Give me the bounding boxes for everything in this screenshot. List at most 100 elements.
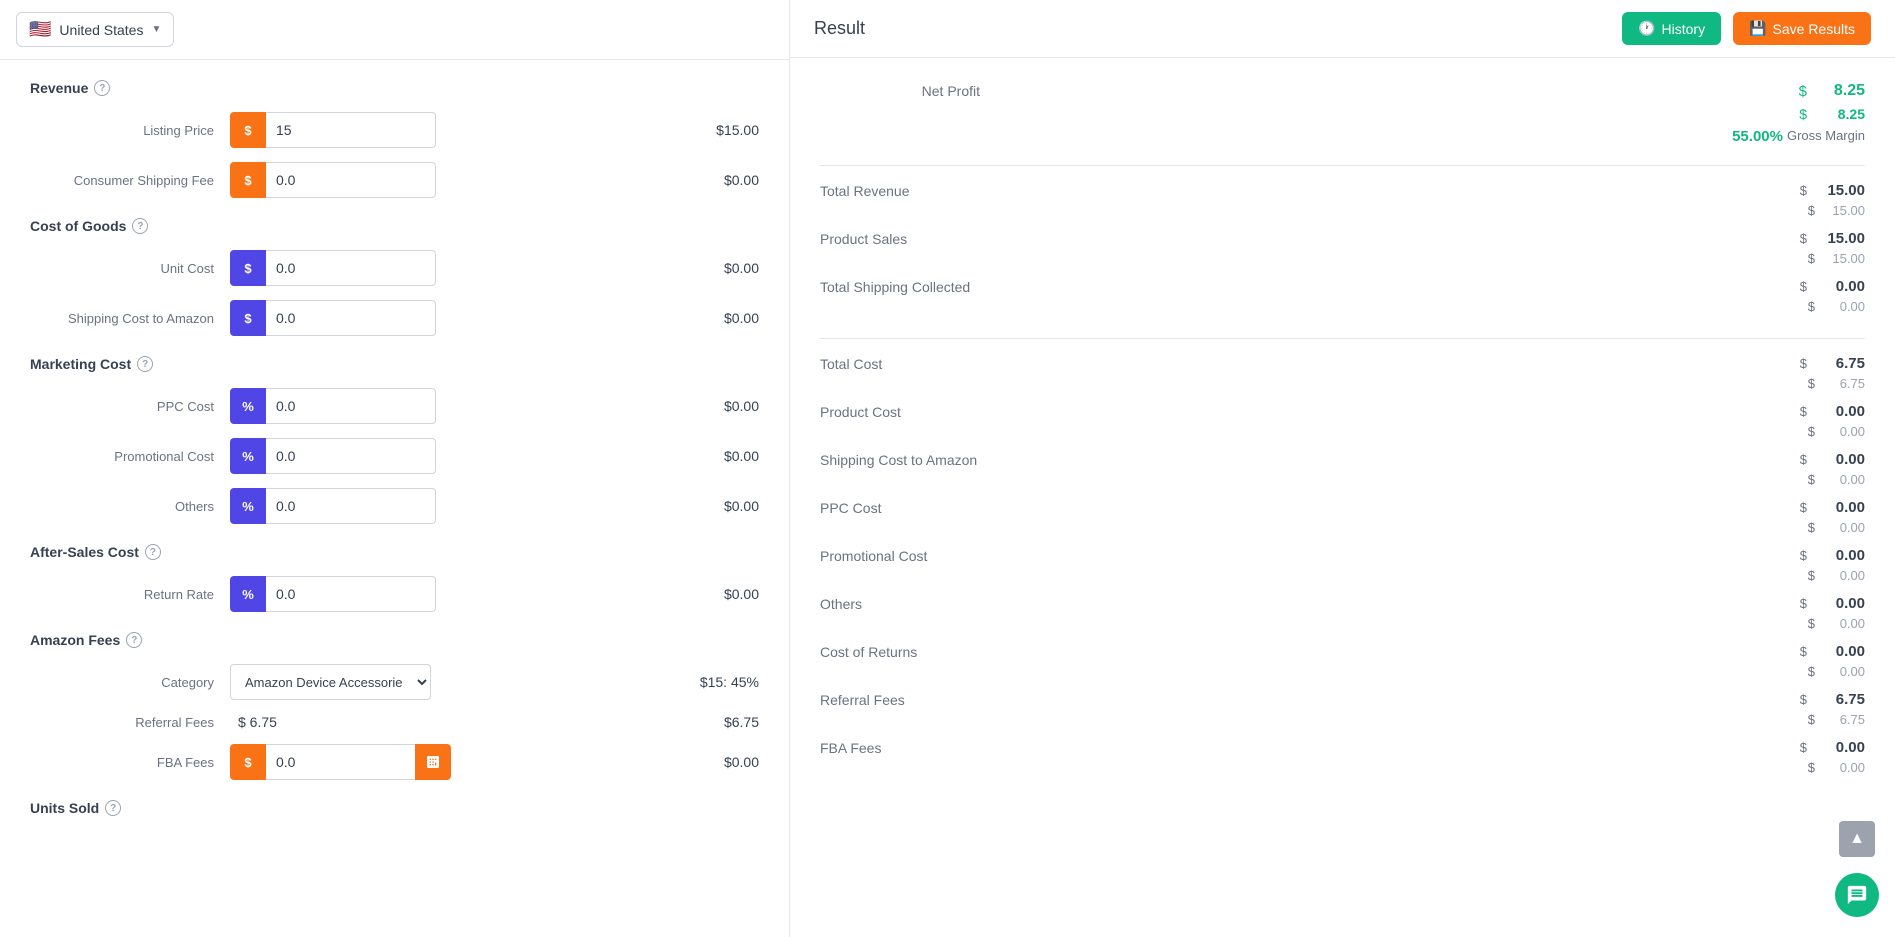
save-results-button[interactable]: 💾 Save Results	[1733, 12, 1871, 45]
others-row: Others % $0.00	[30, 488, 759, 524]
listing-price-input[interactable]	[266, 112, 436, 148]
consumer-shipping-prefix: $	[230, 162, 266, 198]
fba-fees-label: FBA Fees	[30, 755, 230, 770]
consumer-shipping-input[interactable]	[266, 162, 436, 198]
unit-cost-input[interactable]	[266, 250, 436, 286]
total-cost-value2: 6.75	[1815, 376, 1865, 391]
shipping-cost-amazon-value2: 0.00	[1815, 472, 1865, 487]
marketing-cost-section-header: Marketing Cost ?	[30, 356, 759, 372]
product-cost-row: Product Cost $ 0.00	[820, 399, 1865, 422]
result-header: Result 🕐 History 💾 Save Results	[790, 0, 1895, 58]
ppc-cost-result-value2: 0.00	[1815, 520, 1865, 535]
listing-price-value: $15.00	[679, 122, 759, 138]
total-shipping-value1: 0.00	[1815, 278, 1865, 295]
listing-price-prefix: $	[230, 112, 266, 148]
promotional-cost-result-sub-row: $ 0.00	[820, 566, 1865, 591]
return-rate-input[interactable]	[266, 576, 436, 612]
referral-fees-result-sub-row: $ 6.75	[820, 710, 1865, 735]
consumer-shipping-label: Consumer Shipping Fee	[30, 173, 230, 188]
fba-fees-prefix: $	[230, 744, 266, 780]
revenue-help-icon[interactable]: ?	[94, 80, 110, 96]
return-rate-label: Return Rate	[30, 587, 230, 602]
shipping-cost-amazon-row: Shipping Cost to Amazon $ 0.00	[820, 447, 1865, 470]
shipping-cost-amazon-sub-row: $ 0.00	[820, 470, 1865, 495]
consumer-shipping-value: $0.00	[679, 172, 759, 188]
fba-fees-input[interactable]	[266, 744, 416, 780]
after-sales-section-header: After-Sales Cost ?	[30, 544, 759, 560]
product-cost-value2: 0.00	[1815, 424, 1865, 439]
referral-fees-label: Referral Fees	[30, 715, 230, 730]
promotional-cost-prefix: %	[230, 438, 266, 474]
ppc-cost-input-group: %	[230, 388, 436, 424]
after-sales-help-icon[interactable]: ?	[145, 544, 161, 560]
listing-price-row: Listing Price $ $15.00	[30, 112, 759, 148]
others-result-label: Others	[820, 596, 862, 612]
ppc-cost-input[interactable]	[266, 388, 436, 424]
country-name: United States	[59, 22, 143, 38]
category-value: $15: 45%	[679, 674, 759, 690]
fba-fees-value: $0.00	[679, 754, 759, 770]
promotional-cost-value: $0.00	[679, 448, 759, 464]
result-actions: 🕐 History 💾 Save Results	[1622, 12, 1871, 45]
country-selector[interactable]: 🇺🇸 United States ▼	[16, 12, 174, 47]
amazon-fees-section-header: Amazon Fees ?	[30, 632, 759, 648]
cost-of-returns-value1: 0.00	[1815, 643, 1865, 660]
chevron-down-icon: ▼	[151, 24, 161, 35]
fba-fees-result-label: FBA Fees	[820, 740, 881, 756]
net-profit-value1: 8.25	[1815, 82, 1865, 100]
net-profit-label: Net Profit	[820, 83, 980, 99]
others-input[interactable]	[266, 488, 436, 524]
fba-fees-result-row: FBA Fees $ 0.00	[820, 735, 1865, 758]
ppc-cost-row: PPC Cost % $0.00	[30, 388, 759, 424]
others-result-row: Others $ 0.00	[820, 591, 1865, 614]
cost-of-goods-help-icon[interactable]: ?	[132, 218, 148, 234]
category-select[interactable]: Amazon Device Accessorie	[230, 664, 431, 700]
unit-cost-value: $0.00	[679, 260, 759, 276]
total-shipping-value2: 0.00	[1815, 299, 1865, 314]
referral-fees-result-value2: 6.75	[1815, 712, 1865, 727]
ppc-cost-prefix: %	[230, 388, 266, 424]
total-shipping-label: Total Shipping Collected	[820, 279, 970, 295]
units-sold-help-icon[interactable]: ?	[105, 800, 121, 816]
shipping-cost-prefix: $	[230, 300, 266, 336]
others-input-group: %	[230, 488, 436, 524]
promotional-cost-input-group: %	[230, 438, 436, 474]
listing-price-label: Listing Price	[30, 123, 230, 138]
referral-fees-value: $6.75	[724, 714, 759, 730]
net-profit-section: Net Profit $ 8.25 $ 8.25 55.00% Gross Ma…	[820, 78, 1865, 153]
cost-of-returns-sub-row: $ 0.00	[820, 662, 1865, 687]
promotional-cost-result-label: Promotional Cost	[820, 548, 927, 564]
marketing-cost-help-icon[interactable]: ?	[137, 356, 153, 372]
chat-button[interactable]	[1835, 873, 1879, 917]
ppc-cost-label: PPC Cost	[30, 399, 230, 414]
shipping-cost-label: Shipping Cost to Amazon	[30, 311, 230, 326]
unit-cost-row: Unit Cost $ $0.00	[30, 250, 759, 286]
gross-margin-value: 55.00%	[1732, 128, 1783, 145]
unit-cost-prefix: $	[230, 250, 266, 286]
shipping-cost-input[interactable]	[266, 300, 436, 336]
history-button[interactable]: 🕐 History	[1622, 12, 1721, 45]
ppc-cost-result-value1: 0.00	[1815, 499, 1865, 516]
flag-icon: 🇺🇸	[29, 19, 51, 40]
cost-of-returns-value2: 0.00	[1815, 664, 1865, 679]
unit-cost-input-group: $	[230, 250, 436, 286]
return-rate-input-group: %	[230, 576, 436, 612]
total-revenue-row: Total Revenue $ 15.00	[820, 178, 1865, 201]
listing-price-input-group: $	[230, 112, 436, 148]
promotional-cost-row: Promotional Cost % $0.00	[30, 438, 759, 474]
total-cost-row: Total Cost $ 6.75	[820, 351, 1865, 374]
promotional-cost-input[interactable]	[266, 438, 436, 474]
scroll-up-button[interactable]: ▲	[1839, 821, 1875, 857]
ppc-cost-result-sub-row: $ 0.00	[820, 518, 1865, 543]
amazon-fees-help-icon[interactable]: ?	[126, 632, 142, 648]
total-revenue-value1: 15.00	[1815, 182, 1865, 199]
fba-calculator-icon[interactable]	[415, 744, 451, 780]
promotional-cost-label: Promotional Cost	[30, 449, 230, 464]
return-rate-row: Return Rate % $0.00	[30, 576, 759, 612]
others-label: Others	[30, 499, 230, 514]
return-rate-prefix: %	[230, 576, 266, 612]
product-sales-label: Product Sales	[820, 231, 907, 247]
fba-fees-row: FBA Fees $ $0.00	[30, 744, 759, 780]
total-revenue-sub-row: $ 15.00	[820, 201, 1865, 226]
shipping-cost-amazon-value1: 0.00	[1815, 451, 1865, 468]
